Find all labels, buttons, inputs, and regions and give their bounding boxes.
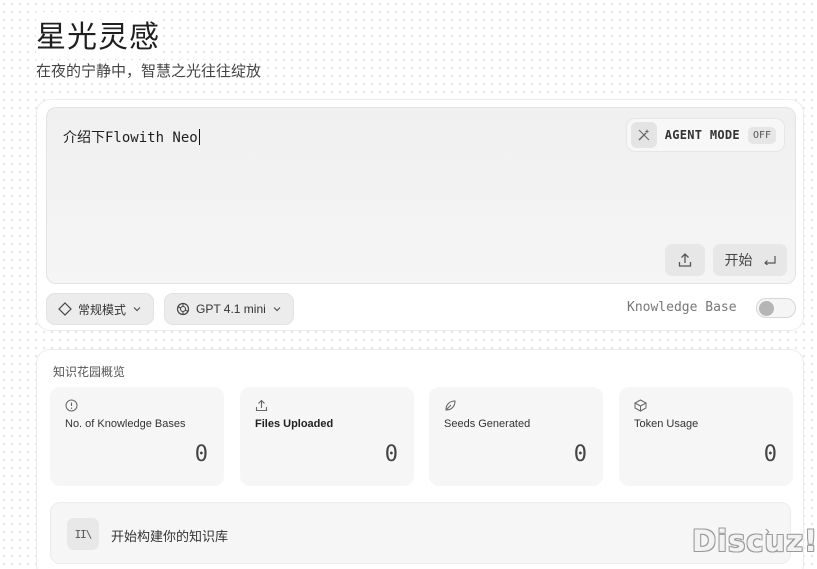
chevron-down-icon bbox=[273, 307, 281, 312]
cube-icon bbox=[634, 399, 647, 412]
openai-icon bbox=[176, 302, 190, 316]
page-title: 星光灵感 bbox=[36, 12, 160, 56]
prompt-text: 介绍下Flowith Neo bbox=[63, 130, 198, 146]
overview-title: 知识花园概览 bbox=[53, 365, 126, 379]
prompt-input[interactable]: 介绍下Flowith Neo bbox=[63, 127, 200, 147]
mode-select[interactable]: 常规模式 bbox=[46, 293, 155, 325]
upload-icon bbox=[255, 399, 268, 412]
stat-label: Files Uploaded bbox=[255, 418, 334, 430]
agent-mode-label: AGENT MODE bbox=[664, 128, 740, 142]
knowledge-base-toggle[interactable] bbox=[756, 298, 796, 318]
stat-value: 0 bbox=[573, 442, 587, 467]
stat-card-knowledge-bases: No. of Knowledge Bases 0 bbox=[50, 387, 224, 486]
stat-label: Token Usage bbox=[634, 418, 699, 430]
upload-button[interactable] bbox=[665, 244, 705, 276]
chevron-down-icon bbox=[133, 307, 141, 312]
text-caret bbox=[198, 129, 200, 145]
start-button-label: 开始 bbox=[724, 252, 753, 268]
toggle-knob bbox=[759, 301, 774, 316]
agent-mode-toggle[interactable]: AGENT MODE OFF bbox=[625, 118, 785, 152]
diamond-icon bbox=[58, 302, 72, 316]
library-icon: II\ bbox=[67, 518, 99, 550]
build-knowledge-base-label: 开始构建你的知识库 bbox=[111, 529, 229, 544]
stat-value: 0 bbox=[384, 442, 398, 467]
watermark-logo: Discuz! bbox=[692, 524, 817, 558]
stat-value: 0 bbox=[763, 442, 777, 467]
agent-mode-state: OFF bbox=[747, 126, 776, 144]
page-subtitle: 在夜的宁静中，智慧之光往往绽放 bbox=[36, 60, 262, 81]
knowledge-garden-overview: 知识花园概览 No. of Knowledge Bases 0 Files Up… bbox=[36, 349, 804, 569]
mode-select-label: 常规模式 bbox=[78, 302, 127, 317]
upload-icon bbox=[678, 253, 692, 267]
composer-panel: 介绍下Flowith Neo AGENT MODE OFF 开始 常规模式 GP… bbox=[36, 99, 804, 331]
stat-label: Seeds Generated bbox=[444, 418, 531, 430]
prompt-editor[interactable]: 介绍下Flowith Neo AGENT MODE OFF 开始 bbox=[46, 107, 796, 284]
stat-card-token-usage: Token Usage 0 bbox=[619, 387, 793, 486]
info-icon bbox=[65, 399, 78, 412]
seed-icon bbox=[445, 400, 456, 411]
enter-key-icon bbox=[763, 256, 776, 265]
model-select-label: GPT 4.1 mini bbox=[196, 302, 266, 316]
stat-card-files-uploaded: Files Uploaded 0 bbox=[240, 387, 414, 486]
magic-wand-icon bbox=[630, 122, 657, 148]
model-select[interactable]: GPT 4.1 mini bbox=[164, 293, 294, 325]
start-button[interactable]: 开始 bbox=[713, 244, 787, 276]
knowledge-base-label: Knowledge Base bbox=[627, 300, 737, 315]
stat-value: 0 bbox=[194, 442, 208, 467]
stat-label: No. of Knowledge Bases bbox=[65, 418, 186, 430]
stat-card-seeds-generated: Seeds Generated 0 bbox=[429, 387, 603, 486]
build-knowledge-base-button[interactable]: II\ 开始构建你的知识库 › bbox=[50, 502, 791, 564]
